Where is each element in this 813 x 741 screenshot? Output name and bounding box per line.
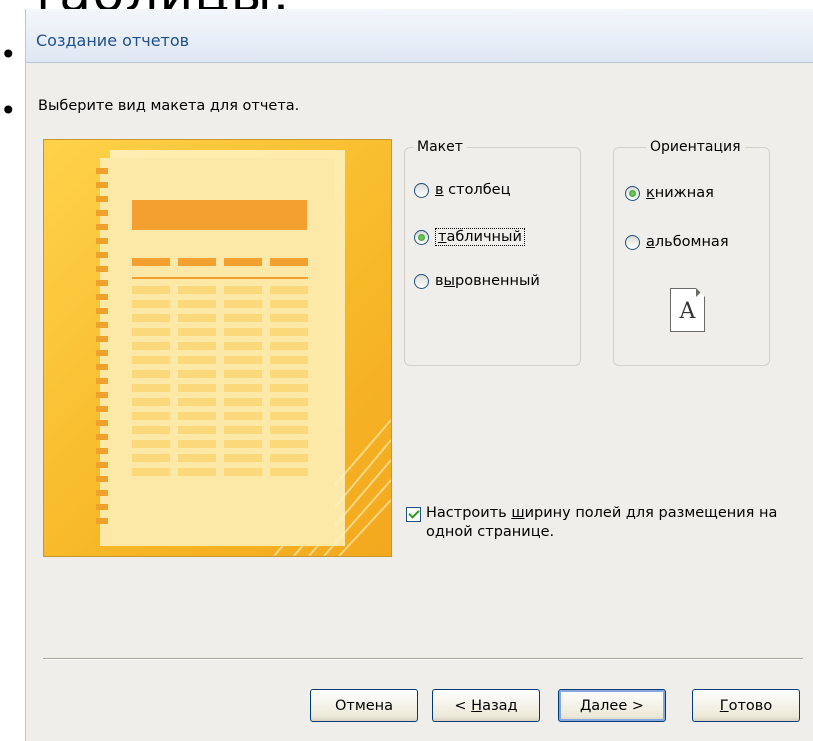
cancel-button-label: Отмена: [334, 697, 394, 714]
radio-button-icon[interactable]: [414, 273, 429, 289]
radio-button-icon[interactable]: [625, 234, 640, 250]
finish-button-label: Готово: [719, 697, 773, 714]
back-button[interactable]: < Назад: [432, 689, 540, 722]
cancel-button[interactable]: Отмена: [310, 689, 418, 722]
report-wizard-dialog: Создание отчетов Выберите вид макета для…: [25, 9, 813, 741]
instruction-text: Выберите вид макета для отчета.: [38, 98, 300, 114]
radio-columnar[interactable]: в столбец: [414, 182, 510, 198]
radio-landscape[interactable]: альбомная: [625, 234, 729, 250]
radio-columnar-label: в столбец: [435, 182, 511, 198]
layout-group-legend: Макет: [413, 139, 467, 155]
back-button-label: < Назад: [454, 697, 518, 714]
finish-button[interactable]: Готово: [692, 689, 800, 722]
radio-button-icon[interactable]: [414, 182, 429, 198]
radio-justified-label: выровненный: [435, 273, 540, 289]
radio-landscape-label: альбомная: [646, 234, 729, 250]
page-icon-letter: A: [679, 299, 696, 324]
button-divider: [43, 658, 803, 660]
checkbox-checked-icon[interactable]: [406, 507, 421, 522]
orientation-group-legend: Ориентация: [646, 139, 745, 155]
layout-group: Макет в столбец табличный выровненный: [404, 139, 581, 366]
slide-bullet: •: [0, 94, 17, 127]
radio-tabular[interactable]: табличный: [414, 228, 525, 246]
dialog-titlebar: Создание отчетов: [26, 9, 813, 63]
radio-tabular-label: табличный: [435, 228, 525, 246]
next-button[interactable]: Далее >: [558, 689, 666, 722]
radio-justified[interactable]: выровненный: [414, 273, 540, 289]
fit-fields-label: Настроить ширину полей для размещения на…: [426, 505, 778, 540]
radio-portrait[interactable]: книжная: [625, 185, 714, 201]
dialog-body: Выберите вид макета для отчета. Макет в …: [26, 63, 813, 741]
radio-button-selected-icon[interactable]: [625, 185, 640, 201]
portrait-page-icon: A: [670, 288, 705, 332]
next-button-label: Далее >: [579, 697, 645, 714]
dialog-title: Создание отчетов: [36, 31, 190, 50]
layout-preview-image: [43, 139, 392, 557]
radio-portrait-label: книжная: [646, 185, 714, 201]
fit-fields-checkbox-row[interactable]: Настроить ширину полей для размещения на…: [406, 504, 796, 542]
slide-bullet: •: [0, 38, 17, 71]
tabular-report-illustration-icon: [96, 150, 391, 556]
radio-button-selected-icon[interactable]: [414, 229, 429, 245]
orientation-group: Ориентация книжная альбомная A: [613, 139, 770, 366]
